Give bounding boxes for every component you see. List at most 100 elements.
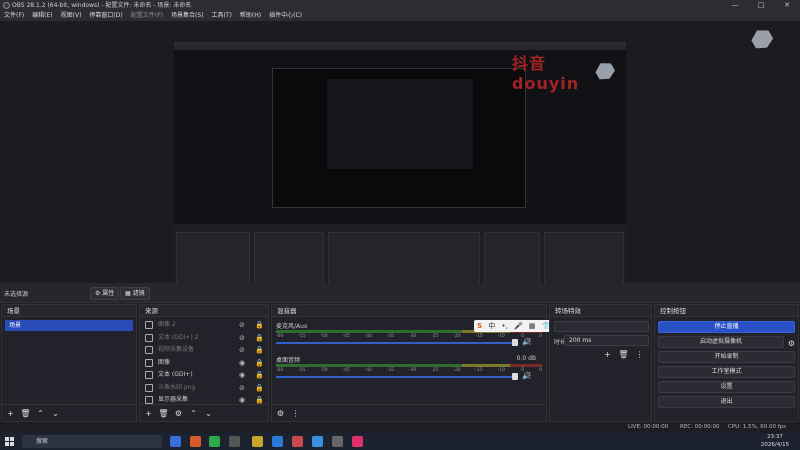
- taskbar-app-k-icon[interactable]: [170, 436, 181, 447]
- lock-icon[interactable]: 🔒: [255, 371, 264, 379]
- volume-fader-track[interactable]: [276, 342, 514, 344]
- virtual-camera-settings-gear-icon[interactable]: ⚙: [788, 339, 795, 348]
- preview-canvas[interactable]: 抖音 douyin: [174, 42, 626, 298]
- chinese-mode-toggle[interactable]: 中: [488, 321, 495, 331]
- microphone-icon[interactable]: 🎤: [514, 322, 523, 330]
- scenes-dock-title: 场景: [2, 305, 136, 317]
- move-scene-up-button[interactable]: ⌃: [35, 408, 46, 419]
- lock-icon[interactable]: 🔒: [255, 334, 264, 342]
- menu-help[interactable]: 帮助(H): [240, 11, 261, 21]
- start-recording-button[interactable]: 开始录制: [658, 351, 795, 363]
- visibility-eye-icon[interactable]: ◉: [239, 396, 248, 404]
- add-scene-button[interactable]: +: [5, 408, 16, 419]
- taskbar-clock[interactable]: 23:37 2026/4/15: [755, 433, 795, 449]
- menu-docks[interactable]: 停靠窗口(D): [89, 11, 122, 21]
- scene-item[interactable]: 场景: [5, 320, 133, 331]
- menu-plugins[interactable]: 插件中心(C): [269, 11, 302, 21]
- recursive-preview-inner: [327, 79, 473, 169]
- mixer-menu-kebab-icon[interactable]: ⋮: [290, 408, 301, 419]
- visibility-eye-icon[interactable]: ⊘: [239, 384, 248, 392]
- menu-edit[interactable]: 编辑(E): [32, 11, 52, 21]
- transition-menu-kebab-icon[interactable]: ⋮: [634, 349, 645, 360]
- menu-view[interactable]: 视图(V): [61, 11, 82, 21]
- mixer-settings-gear-icon[interactable]: ⚙: [275, 408, 286, 419]
- taskbar-app-icon-4[interactable]: [332, 436, 343, 447]
- preview-area[interactable]: 抖音 douyin: [0, 21, 800, 298]
- volume-fader-track[interactable]: [276, 376, 514, 378]
- taskbar-wechat-icon[interactable]: [209, 436, 220, 447]
- taskbar-app-icon-3[interactable]: [312, 436, 323, 447]
- menu-tools[interactable]: 工具(T): [212, 11, 232, 21]
- exit-button[interactable]: 退出: [658, 396, 795, 408]
- lock-icon[interactable]: 🔒: [255, 346, 264, 354]
- mixer-channel: 桌面音频 0.0 dB -60 -55 -50 -45 -40 -35 -30 -25 -20 -15…: [276, 355, 542, 385]
- studio-mode-button[interactable]: 工作室模式: [658, 366, 795, 378]
- taskbar-app-g-icon[interactable]: [190, 436, 201, 447]
- visibility-eye-icon[interactable]: ⊘: [239, 346, 248, 354]
- move-source-down-button[interactable]: ⌄: [203, 408, 214, 419]
- douyin-watermark: 抖音 douyin: [512, 54, 580, 93]
- taskbar-app-icon-2[interactable]: [292, 436, 303, 447]
- sogou-icon[interactable]: S: [477, 322, 482, 330]
- move-source-up-button[interactable]: ⌃: [188, 408, 199, 419]
- lock-icon[interactable]: 🔒: [255, 321, 264, 329]
- taskbar-search-box[interactable]: 搜索: [22, 435, 162, 448]
- settings-button[interactable]: 设置: [658, 381, 795, 393]
- taskbar-time: 23:37: [767, 434, 783, 440]
- source-item[interactable]: 文本 (GDI+) ◉ 🔒: [140, 369, 268, 382]
- properties-button[interactable]: ⚙ 属性: [90, 287, 120, 300]
- duration-input[interactable]: 200 ms: [564, 335, 649, 346]
- taskbar-app-icon-5[interactable]: [352, 436, 363, 447]
- menu-profile[interactable]: 配置文件(P): [131, 11, 163, 21]
- taskbar-app-icon-1[interactable]: [272, 436, 283, 447]
- visibility-eye-icon[interactable]: ◉: [239, 371, 248, 379]
- windows-start-icon[interactable]: [5, 437, 14, 446]
- scenes-dock: 场景 场景 + 🗑 ⌃ ⌄: [1, 304, 137, 422]
- properties-label: 属性: [102, 290, 115, 297]
- source-item[interactable]: 图像 ◉ 🔒: [140, 357, 268, 370]
- source-properties-gear-icon[interactable]: ⚙: [173, 408, 184, 419]
- start-virtual-camera-button[interactable]: 启动虚拟摄像机: [658, 336, 784, 348]
- move-scene-down-button[interactable]: ⌄: [50, 408, 61, 419]
- remove-scene-button[interactable]: 🗑: [20, 408, 31, 419]
- stop-streaming-button[interactable]: 停止直播: [658, 321, 795, 333]
- keyboard-icon[interactable]: ▦: [529, 322, 536, 330]
- visibility-eye-icon[interactable]: ⊘: [239, 334, 248, 342]
- remove-source-button[interactable]: 🗑: [158, 408, 169, 419]
- add-source-button[interactable]: +: [143, 408, 154, 419]
- channel-menu-kebab-icon[interactable]: ⋮: [526, 337, 534, 347]
- menu-file[interactable]: 文件(F): [4, 11, 24, 21]
- minimize-button[interactable]: —: [722, 0, 748, 11]
- channel-menu-kebab-icon[interactable]: ⋮: [526, 371, 534, 381]
- visibility-eye-icon[interactable]: ⊘: [239, 321, 248, 329]
- source-item[interactable]: 图像 2 ⊘ 🔒: [140, 319, 268, 332]
- transition-select[interactable]: [554, 321, 649, 332]
- menu-scene-collection[interactable]: 场景集合(S): [171, 11, 204, 21]
- filters-button[interactable]: ▦ 滤镜: [120, 287, 150, 300]
- source-label: 视频采集设备: [158, 346, 195, 353]
- remove-transition-button[interactable]: 🗑: [618, 349, 629, 360]
- visibility-eye-icon[interactable]: ◉: [239, 359, 248, 367]
- source-item[interactable]: 斗鱼水印.png ⊘ 🔒: [140, 382, 268, 395]
- lock-icon[interactable]: 🔒: [255, 384, 264, 392]
- source-item[interactable]: 视频采集设备 ⊘ 🔒: [140, 344, 268, 357]
- lock-icon[interactable]: 🔒: [255, 396, 264, 404]
- transitions-dock-title: 转场特效: [550, 305, 651, 317]
- taskbar-obs-icon[interactable]: [229, 436, 240, 447]
- meter-tick-label: -20: [453, 368, 461, 373]
- source-label: 斗鱼水印.png: [158, 383, 196, 391]
- taskbar-app-l-icon[interactable]: [252, 436, 263, 447]
- volume-fader-knob[interactable]: [512, 373, 518, 380]
- close-button[interactable]: ✕: [774, 0, 800, 11]
- add-transition-button[interactable]: +: [602, 349, 613, 360]
- maximize-button[interactable]: □: [748, 0, 774, 11]
- meter-tick-label: -40: [364, 368, 372, 373]
- volume-fader-knob[interactable]: [512, 339, 518, 346]
- punctuation-toggle[interactable]: •,: [501, 322, 507, 330]
- source-type-icon: [145, 321, 153, 329]
- meter-tick-label: 0: [539, 334, 542, 339]
- source-type-icon: [145, 396, 153, 404]
- source-item[interactable]: 文本 (GDI+) 2 ⊘ 🔒: [140, 332, 268, 345]
- lock-icon[interactable]: 🔒: [255, 359, 264, 367]
- menu-bar: 文件(F) 编辑(E) 视图(V) 停靠窗口(D) 配置文件(P) 场景集合(S…: [0, 11, 800, 21]
